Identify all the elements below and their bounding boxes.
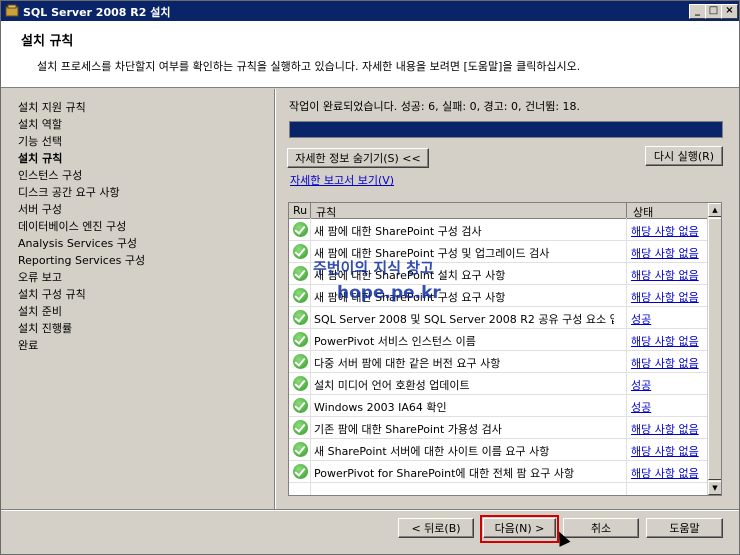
success-check-icon [293, 244, 308, 259]
nav-item-error-reporting[interactable]: 오류 보고 [18, 269, 62, 285]
nav-item-installation-rules[interactable]: 설치 규칙 [18, 150, 62, 166]
scroll-down-icon[interactable]: ▼ [708, 481, 721, 495]
rule-name: 다중 서버 팜에 대한 같은 버전 요구 사항 [314, 357, 501, 370]
footer-divider [1, 509, 739, 511]
hide-details-button[interactable]: 자세한 정보 숨기기(S) << [287, 148, 429, 168]
rule-name: 새 SharePoint 서버에 대한 사이트 이름 요구 사항 [314, 445, 550, 458]
nav-item-setup-support-rules[interactable]: 설치 지원 규칙 [18, 99, 86, 115]
watermark-title: 주번이의 지식 창고 [313, 259, 434, 277]
close-icon[interactable]: × [721, 4, 738, 19]
rerun-button[interactable]: 다시 실행(R) [645, 146, 723, 166]
success-check-icon [293, 222, 308, 237]
page-description: 설치 프로세스를 차단할지 여부를 확인하는 규칙을 실행하고 있습니다. 자세… [37, 60, 581, 73]
installer-window: SQL Server 2008 R2 설치 _ □ × 설치 규칙 설치 프로세… [0, 0, 740, 555]
success-check-icon [293, 420, 308, 435]
nav-item-disk-space[interactable]: 디스크 공간 요구 사항 [18, 184, 120, 200]
table-row: 설치 미디어 언어 호환성 업데이트 성공 [289, 373, 707, 395]
pane-divider [274, 89, 276, 509]
rule-status-link[interactable]: 해당 사항 없음 [631, 223, 699, 239]
rule-status-link[interactable]: 성공 [631, 377, 651, 393]
view-report-link[interactable]: 자세한 보고서 보기(V) [290, 172, 394, 188]
rule-status-link[interactable]: 해당 사항 없음 [631, 289, 699, 305]
success-check-icon [293, 376, 308, 391]
rule-status-link[interactable]: 해당 사항 없음 [631, 245, 699, 261]
rule-status-link[interactable]: 해당 사항 없음 [631, 267, 699, 283]
table-row: 새 팜에 대한 SharePoint 구성 검사 해당 사항 없음 [289, 219, 707, 241]
col-header-rule[interactable]: 규칙 [316, 204, 336, 220]
scroll-thumb[interactable] [708, 218, 721, 480]
nav-item-feature-selection[interactable]: 기능 선택 [18, 133, 62, 149]
help-button[interactable]: 도움말 [646, 518, 723, 538]
cancel-button[interactable]: 취소 [563, 518, 639, 538]
nav-item-instance-config[interactable]: 인스턴스 구성 [18, 167, 82, 183]
minimize-icon[interactable]: _ [689, 4, 706, 19]
title-bar: SQL Server 2008 R2 설치 _ □ × [1, 1, 739, 21]
rule-status-link[interactable]: 해당 사항 없음 [631, 465, 699, 481]
rule-name: PowerPivot for SharePoint에 대한 전체 팜 요구 사항 [314, 467, 575, 480]
next-button[interactable]: 다음(N) > [483, 518, 556, 538]
rule-name: Windows 2003 IA64 확인 [314, 401, 447, 414]
rule-name: 설치 미디어 언어 호환성 업데이트 [314, 379, 470, 392]
rule-status-link[interactable]: 해당 사항 없음 [631, 443, 699, 459]
nav-pane: 설치 지원 규칙 설치 역할 기능 선택 설치 규칙 인스턴스 구성 디스크 공… [1, 89, 273, 509]
col-header-icon[interactable]: Ru [293, 204, 307, 217]
table-row: PowerPivot for SharePoint에 대한 전체 팜 요구 사항… [289, 461, 707, 483]
grid-scrollbar[interactable]: ▲ ▼ [707, 203, 721, 495]
success-check-icon [293, 442, 308, 457]
rule-status-link[interactable]: 성공 [631, 311, 651, 327]
rule-status-link[interactable]: 해당 사항 없음 [631, 421, 699, 437]
success-check-icon [293, 398, 308, 413]
nav-item-progress[interactable]: 설치 진행률 [18, 320, 72, 336]
table-row: 다중 서버 팜에 대한 같은 버전 요구 사항 해당 사항 없음 [289, 351, 707, 373]
nav-item-setup-role[interactable]: 설치 역할 [18, 116, 62, 132]
nav-item-ready[interactable]: 설치 준비 [18, 303, 62, 319]
rules-grid: Ru 규칙 상태 새 팜에 대한 SharePoint 구성 검사 해당 사항 … [288, 202, 722, 496]
nav-item-analysis-services[interactable]: Analysis Services 구성 [18, 235, 137, 251]
success-check-icon [293, 354, 308, 369]
rule-name: PowerPivot 서비스 인스턴스 이름 [314, 335, 476, 348]
table-row: PowerPivot 서비스 인스턴스 이름 해당 사항 없음 [289, 329, 707, 351]
table-row: Windows 2003 IA64 확인 성공 [289, 395, 707, 417]
success-check-icon [293, 310, 308, 325]
sql-server-icon [5, 4, 19, 17]
watermark-url: hope.pe.kr [337, 283, 441, 303]
window-title: SQL Server 2008 R2 설치 [23, 6, 171, 19]
back-button[interactable]: < 뒤로(B) [398, 518, 474, 538]
page-title: 설치 규칙 [21, 34, 74, 49]
progress-bar [289, 121, 723, 138]
rule-status-link[interactable]: 성공 [631, 399, 651, 415]
success-check-icon [293, 288, 308, 303]
nav-item-complete[interactable]: 완료 [18, 337, 38, 353]
rule-status-link[interactable]: 해당 사항 없음 [631, 355, 699, 371]
table-row: 기존 팜에 대한 SharePoint 가용성 검사 해당 사항 없음 [289, 417, 707, 439]
nav-item-config-rules[interactable]: 설치 구성 규칙 [18, 286, 86, 302]
maximize-icon[interactable]: □ [705, 4, 722, 19]
scroll-up-icon[interactable]: ▲ [708, 203, 721, 217]
page-header: 설치 규칙 설치 프로세스를 차단할지 여부를 확인하는 규칙을 실행하고 있습… [1, 21, 739, 88]
table-row: SQL Server 2008 및 SQL Server 2008 R2 공유 … [289, 307, 707, 329]
nav-item-db-engine-config[interactable]: 데이터베이스 엔진 구성 [18, 218, 126, 234]
grid-header: Ru 규칙 상태 [289, 203, 707, 219]
col-header-status[interactable]: 상태 [633, 204, 653, 220]
success-check-icon [293, 332, 308, 347]
operation-status: 작업이 완료되었습니다. 성공: 6, 실패: 0, 경고: 0, 건너뜀: 1… [289, 100, 581, 113]
rule-name: 새 팜에 대한 SharePoint 구성 검사 [314, 225, 482, 238]
rule-name: SQL Server 2008 및 SQL Server 2008 R2 공유 … [314, 313, 614, 326]
table-row: 새 SharePoint 서버에 대한 사이트 이름 요구 사항 해당 사항 없… [289, 439, 707, 461]
rule-name: 기존 팜에 대한 SharePoint 가용성 검사 [314, 423, 502, 436]
nav-item-reporting-services[interactable]: Reporting Services 구성 [18, 252, 145, 268]
success-check-icon [293, 266, 308, 281]
rule-status-link[interactable]: 해당 사항 없음 [631, 333, 699, 349]
success-check-icon [293, 464, 308, 479]
nav-item-server-config[interactable]: 서버 구성 [18, 201, 62, 217]
